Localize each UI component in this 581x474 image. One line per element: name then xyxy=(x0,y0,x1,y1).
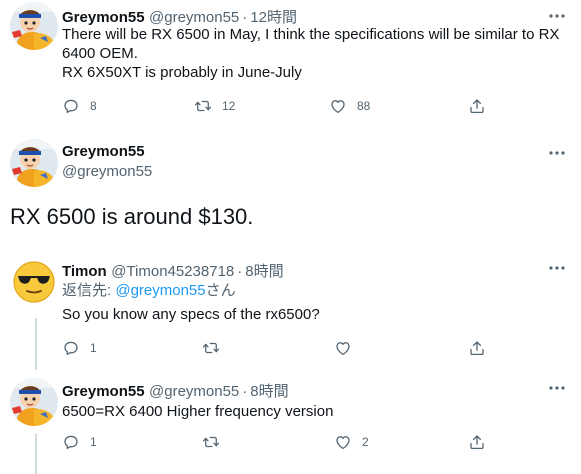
tweet-text: 6500=RX 6400 Higher frequency version xyxy=(62,403,334,420)
retweet-button[interactable] xyxy=(202,338,220,358)
timestamp[interactable]: 8時間 xyxy=(250,383,288,400)
avatar[interactable] xyxy=(10,2,58,50)
user-handle[interactable]: @greymon55 xyxy=(62,163,152,180)
more-icon[interactable] xyxy=(547,378,567,398)
tweet-text-line: There will be RX 6500 in May, I think th… xyxy=(62,26,560,43)
reply-count: 1 xyxy=(90,341,97,355)
display-name[interactable]: Timon xyxy=(62,263,107,280)
like-button[interactable] xyxy=(334,338,352,358)
separator: · xyxy=(242,9,248,26)
more-icon[interactable] xyxy=(547,6,567,26)
like-count: 88 xyxy=(357,99,371,113)
reply-context: 返信先: @greymon55さん xyxy=(62,281,236,300)
like-count: 2 xyxy=(362,435,369,449)
reply-icon xyxy=(62,433,80,451)
tweet-text: So you know any specs of the rx6500? xyxy=(62,306,320,323)
avatar[interactable] xyxy=(10,378,58,426)
tweet-text: RX 6500 is around $130. xyxy=(10,204,254,229)
tweet-header: Greymon55 @greymon55 xyxy=(62,143,152,180)
user-handle[interactable]: @Timon45238718 xyxy=(111,263,234,280)
tweet-header: Timon @Timon45238718 · 8時間 xyxy=(62,260,284,281)
share-button[interactable] xyxy=(468,432,486,452)
tweet-header: Greymon55 @greymon55 · 12時間 xyxy=(62,6,297,27)
reply-icon xyxy=(62,97,80,115)
heart-icon xyxy=(329,97,347,115)
more-icon[interactable] xyxy=(547,258,567,278)
separator: · xyxy=(242,383,248,400)
reply-icon xyxy=(62,339,80,357)
thread-line xyxy=(35,434,37,474)
reply-suffix: さん xyxy=(205,282,236,299)
separator: · xyxy=(237,263,243,280)
share-icon xyxy=(468,339,486,357)
mention-link[interactable]: @greymon55 xyxy=(115,282,205,299)
timestamp[interactable]: 12時間 xyxy=(250,9,297,26)
display-name[interactable]: Greymon55 xyxy=(62,383,145,400)
tweet-actions: 1 2 xyxy=(62,432,502,452)
reply-button[interactable]: 1 xyxy=(62,432,97,452)
tweet-text: There will be RX 6500 in May, I think th… xyxy=(62,25,567,82)
like-button[interactable]: 2 xyxy=(334,432,369,452)
heart-icon xyxy=(334,339,352,357)
user-handle[interactable]: @greymon55 xyxy=(149,9,239,26)
reply-prefix: 返信先: xyxy=(62,282,116,299)
retweet-button[interactable]: 12 xyxy=(194,96,235,116)
reply-button[interactable]: 8 xyxy=(62,96,97,116)
retweet-count: 12 xyxy=(222,99,236,113)
display-name[interactable]: Greymon55 xyxy=(62,9,145,26)
share-icon xyxy=(468,433,486,451)
display-name[interactable]: Greymon55 xyxy=(62,143,152,160)
share-button[interactable] xyxy=(468,96,486,116)
timestamp[interactable]: 8時間 xyxy=(245,263,283,280)
retweet-button[interactable] xyxy=(202,432,220,452)
avatar[interactable] xyxy=(10,258,58,306)
tweet-text-line: 6400 OEM. xyxy=(62,45,138,62)
share-button[interactable] xyxy=(468,338,486,358)
tweet-actions: 1 xyxy=(62,338,502,358)
like-button[interactable]: 88 xyxy=(329,96,370,116)
user-handle[interactable]: @greymon55 xyxy=(149,383,239,400)
retweet-icon xyxy=(202,339,220,357)
retweet-icon xyxy=(194,97,212,115)
tweet-text-line: RX 6X50XT is probably in June-July xyxy=(62,64,302,81)
tweet-header: Greymon55 @greymon55 · 8時間 xyxy=(62,380,289,401)
reply-count: 1 xyxy=(90,435,97,449)
reply-count: 8 xyxy=(90,99,97,113)
tweet-actions: 8 12 88 xyxy=(62,96,502,116)
more-icon[interactable] xyxy=(547,143,567,163)
avatar[interactable] xyxy=(10,139,58,187)
thread-line xyxy=(35,318,37,370)
retweet-icon xyxy=(202,433,220,451)
share-icon xyxy=(468,97,486,115)
heart-icon xyxy=(334,433,352,451)
reply-button[interactable]: 1 xyxy=(62,338,97,358)
